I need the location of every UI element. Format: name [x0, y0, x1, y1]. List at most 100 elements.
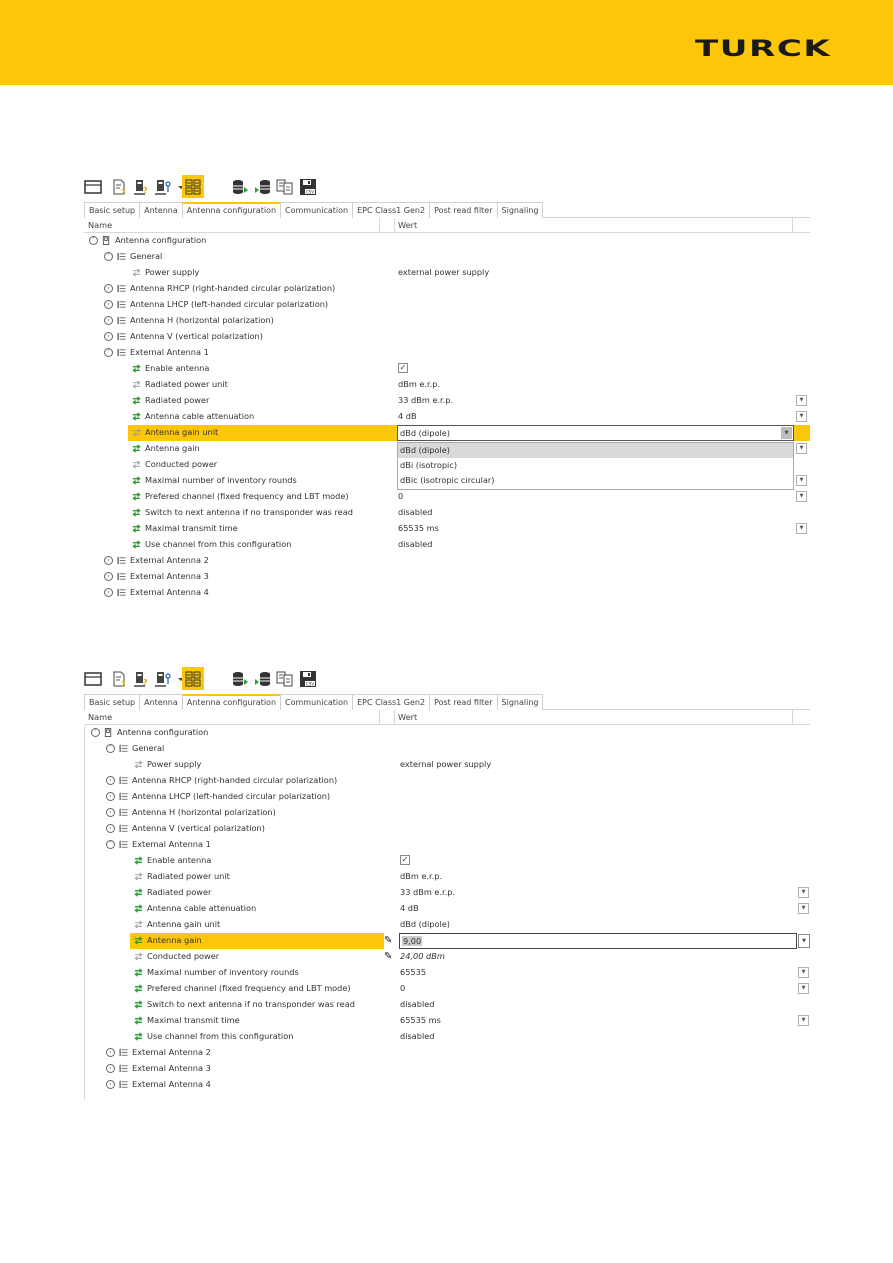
param-row-maximal-transmit-time[interactable]: Maximal transmit time 65535 ms ▼: [84, 521, 810, 537]
collapse-icon[interactable]: ˅: [89, 236, 98, 245]
param-row-antenna-gain[interactable]: Antenna gain ✎ 9,00 ▼: [84, 933, 810, 949]
database-import-icon[interactable]: [254, 178, 272, 196]
tree-node-general[interactable]: ˅ General: [84, 741, 810, 757]
device-help-icon[interactable]: ?: [132, 178, 150, 196]
tree-node-antenna-configuration[interactable]: ˅ Antenna configuration: [84, 233, 810, 249]
expand-icon[interactable]: ›: [104, 572, 113, 581]
tree-node-antenna-group[interactable]: › Antenna V (vertical polarization): [84, 821, 810, 837]
param-row-use-channel-from-this-configuration[interactable]: Use channel from this configuration disab…: [84, 537, 810, 553]
tab-antenna-configuration[interactable]: Antenna configuration: [181, 202, 281, 218]
tab-epc-class1-gen2[interactable]: EPC Class1 Gen2: [352, 694, 430, 710]
enable-antenna-checkbox[interactable]: ✓: [400, 855, 410, 865]
tree-node-antenna-group[interactable]: › Antenna RHCP (right-handed circular pol…: [84, 773, 810, 789]
column-divider[interactable]: [394, 218, 395, 233]
param-row-radiated-power[interactable]: Radiated power 33 dBm e.r.p. ▼: [84, 393, 810, 409]
param-row-maximal-number-of-inventory-rounds[interactable]: Maximal number of inventory rounds 65535 ▼: [84, 965, 810, 981]
collapse-icon[interactable]: ˅: [104, 348, 113, 357]
column-divider[interactable]: [379, 710, 380, 725]
tree-node-external-antenna[interactable]: › External Antenna 4: [84, 585, 810, 601]
tree-node-antenna-group[interactable]: › Antenna RHCP (right-handed circular pol…: [84, 281, 810, 297]
grid-view-icon[interactable]: [184, 670, 202, 688]
expand-icon[interactable]: ›: [106, 1064, 115, 1073]
param-row-antenna-cable-attenuation[interactable]: Antenna cable attenuation 4 dB ▼: [84, 409, 810, 425]
column-divider[interactable]: [394, 710, 395, 725]
tab-epc-class1-gen2[interactable]: EPC Class1 Gen2: [352, 202, 430, 218]
database-export-icon[interactable]: [231, 670, 249, 688]
document-help-icon[interactable]: ?: [110, 670, 128, 688]
column-value-header[interactable]: Wert: [398, 712, 417, 722]
column-value-header[interactable]: Wert: [398, 220, 417, 230]
tab-communication[interactable]: Communication: [280, 694, 353, 710]
expand-icon[interactable]: ›: [104, 588, 113, 597]
tab-antenna[interactable]: Antenna: [139, 694, 182, 710]
chevron-down-icon[interactable]: ▼: [796, 395, 807, 406]
tree-node-general[interactable]: ˅ General: [84, 249, 810, 265]
param-row-prefered-channel-fixed-frequency-and-lbt-mode[interactable]: Prefered channel (fixed frequency and LB…: [84, 981, 810, 997]
chevron-down-icon[interactable]: ▼: [796, 475, 807, 486]
tab-basic-setup[interactable]: Basic setup: [84, 202, 140, 218]
param-row-antenna-gain-unit[interactable]: Antenna gain unit dBd (dipole): [84, 917, 810, 933]
tree-node-antenna-configuration[interactable]: ˅ Antenna configuration: [84, 725, 810, 741]
tab-signaling[interactable]: Signaling: [496, 202, 544, 218]
param-row-radiated-power-unit[interactable]: Radiated power unit dBm e.r.p.: [84, 869, 810, 885]
param-row-power-supply[interactable]: Power supply external power supply: [84, 265, 810, 281]
column-divider[interactable]: [792, 218, 793, 233]
tree-node-antenna-group[interactable]: › Antenna LHCP (left-handed circular pola…: [84, 789, 810, 805]
device-key-icon[interactable]: [154, 670, 172, 688]
tab-post-read-filter[interactable]: Post read filter: [429, 694, 497, 710]
collapse-icon[interactable]: ˅: [106, 840, 115, 849]
collapse-icon[interactable]: ˅: [104, 252, 113, 261]
param-row-radiated-power-unit[interactable]: Radiated power unit dBm e.r.p.: [84, 377, 810, 393]
param-row-maximal-transmit-time[interactable]: Maximal transmit time 65535 ms ▼: [84, 1013, 810, 1029]
param-row-power-supply[interactable]: Power supply external power supply: [84, 757, 810, 773]
device-help-icon[interactable]: ?: [132, 670, 150, 688]
tree-node-external-antenna[interactable]: › External Antenna 3: [84, 569, 810, 585]
grid-view-icon[interactable]: [184, 178, 202, 196]
chevron-down-icon[interactable]: ▼: [796, 523, 807, 534]
dropdown-arrow-icon[interactable]: [172, 670, 184, 688]
param-row-enable-antenna[interactable]: Enable antenna ✓: [84, 853, 810, 869]
window-icon[interactable]: [84, 178, 102, 196]
tree-node-external-antenna-1[interactable]: ˅ External Antenna 1: [84, 345, 810, 361]
param-row-enable-antenna[interactable]: Enable antenna ✓: [84, 361, 810, 377]
param-row-use-channel-from-this-configuration[interactable]: Use channel from this configuration disab…: [84, 1029, 810, 1045]
tab-communication[interactable]: Communication: [280, 202, 353, 218]
tree-node-antenna-group[interactable]: › Antenna H (horizontal polarization): [84, 313, 810, 329]
expand-icon[interactable]: ›: [104, 316, 113, 325]
dropdown-option[interactable]: dBic (isotropic circular): [398, 473, 793, 488]
tree-node-external-antenna[interactable]: › External Antenna 4: [84, 1077, 810, 1093]
tab-post-read-filter[interactable]: Post read filter: [429, 202, 497, 218]
dropdown-option[interactable]: dBd (dipole): [398, 443, 793, 458]
tree-node-external-antenna[interactable]: › External Antenna 2: [84, 1045, 810, 1061]
chevron-down-icon[interactable]: ▼: [798, 903, 809, 914]
database-import-icon[interactable]: [254, 670, 272, 688]
param-row-antenna-gain-unit[interactable]: Antenna gain unit dBd (dipole) ▼: [84, 425, 810, 441]
param-row-conducted-power[interactable]: Conducted power ✎ 24,00 dBm: [84, 949, 810, 965]
database-export-icon[interactable]: [231, 178, 249, 196]
param-row-switch-to-next-antenna-if-no-transponder-was-read[interactable]: Switch to next antenna if no transponder…: [84, 997, 810, 1013]
param-row-switch-to-next-antenna-if-no-transponder-was-read[interactable]: Switch to next antenna if no transponder…: [84, 505, 810, 521]
chevron-down-icon[interactable]: ▼: [796, 491, 807, 502]
chevron-down-icon[interactable]: ▼: [796, 411, 807, 422]
tree-node-external-antenna-1[interactable]: ˅ External Antenna 1: [84, 837, 810, 853]
expand-icon[interactable]: ›: [104, 284, 113, 293]
chevron-down-icon[interactable]: ▼: [781, 427, 792, 439]
tab-signaling[interactable]: Signaling: [496, 694, 544, 710]
dropdown-arrow-icon[interactable]: [172, 178, 184, 196]
expand-icon[interactable]: ›: [106, 824, 115, 833]
compare-icon[interactable]: [276, 670, 294, 688]
expand-icon[interactable]: ›: [106, 1080, 115, 1089]
save-csv-icon[interactable]: CSV: [299, 178, 317, 196]
expand-icon[interactable]: ›: [106, 808, 115, 817]
param-row-radiated-power[interactable]: Radiated power 33 dBm e.r.p. ▼: [84, 885, 810, 901]
chevron-down-icon[interactable]: ▼: [798, 983, 809, 994]
tree-node-external-antenna[interactable]: › External Antenna 2: [84, 553, 810, 569]
column-divider[interactable]: [792, 710, 793, 725]
tree-node-antenna-group[interactable]: › Antenna V (vertical polarization): [84, 329, 810, 345]
column-divider[interactable]: [379, 218, 380, 233]
collapse-icon[interactable]: ˅: [91, 728, 100, 737]
chevron-down-icon[interactable]: ▼: [796, 443, 807, 454]
param-row-antenna-cable-attenuation[interactable]: Antenna cable attenuation 4 dB ▼: [84, 901, 810, 917]
antenna-gain-input[interactable]: 9,00: [399, 933, 797, 949]
chevron-down-icon[interactable]: ▼: [798, 934, 810, 948]
